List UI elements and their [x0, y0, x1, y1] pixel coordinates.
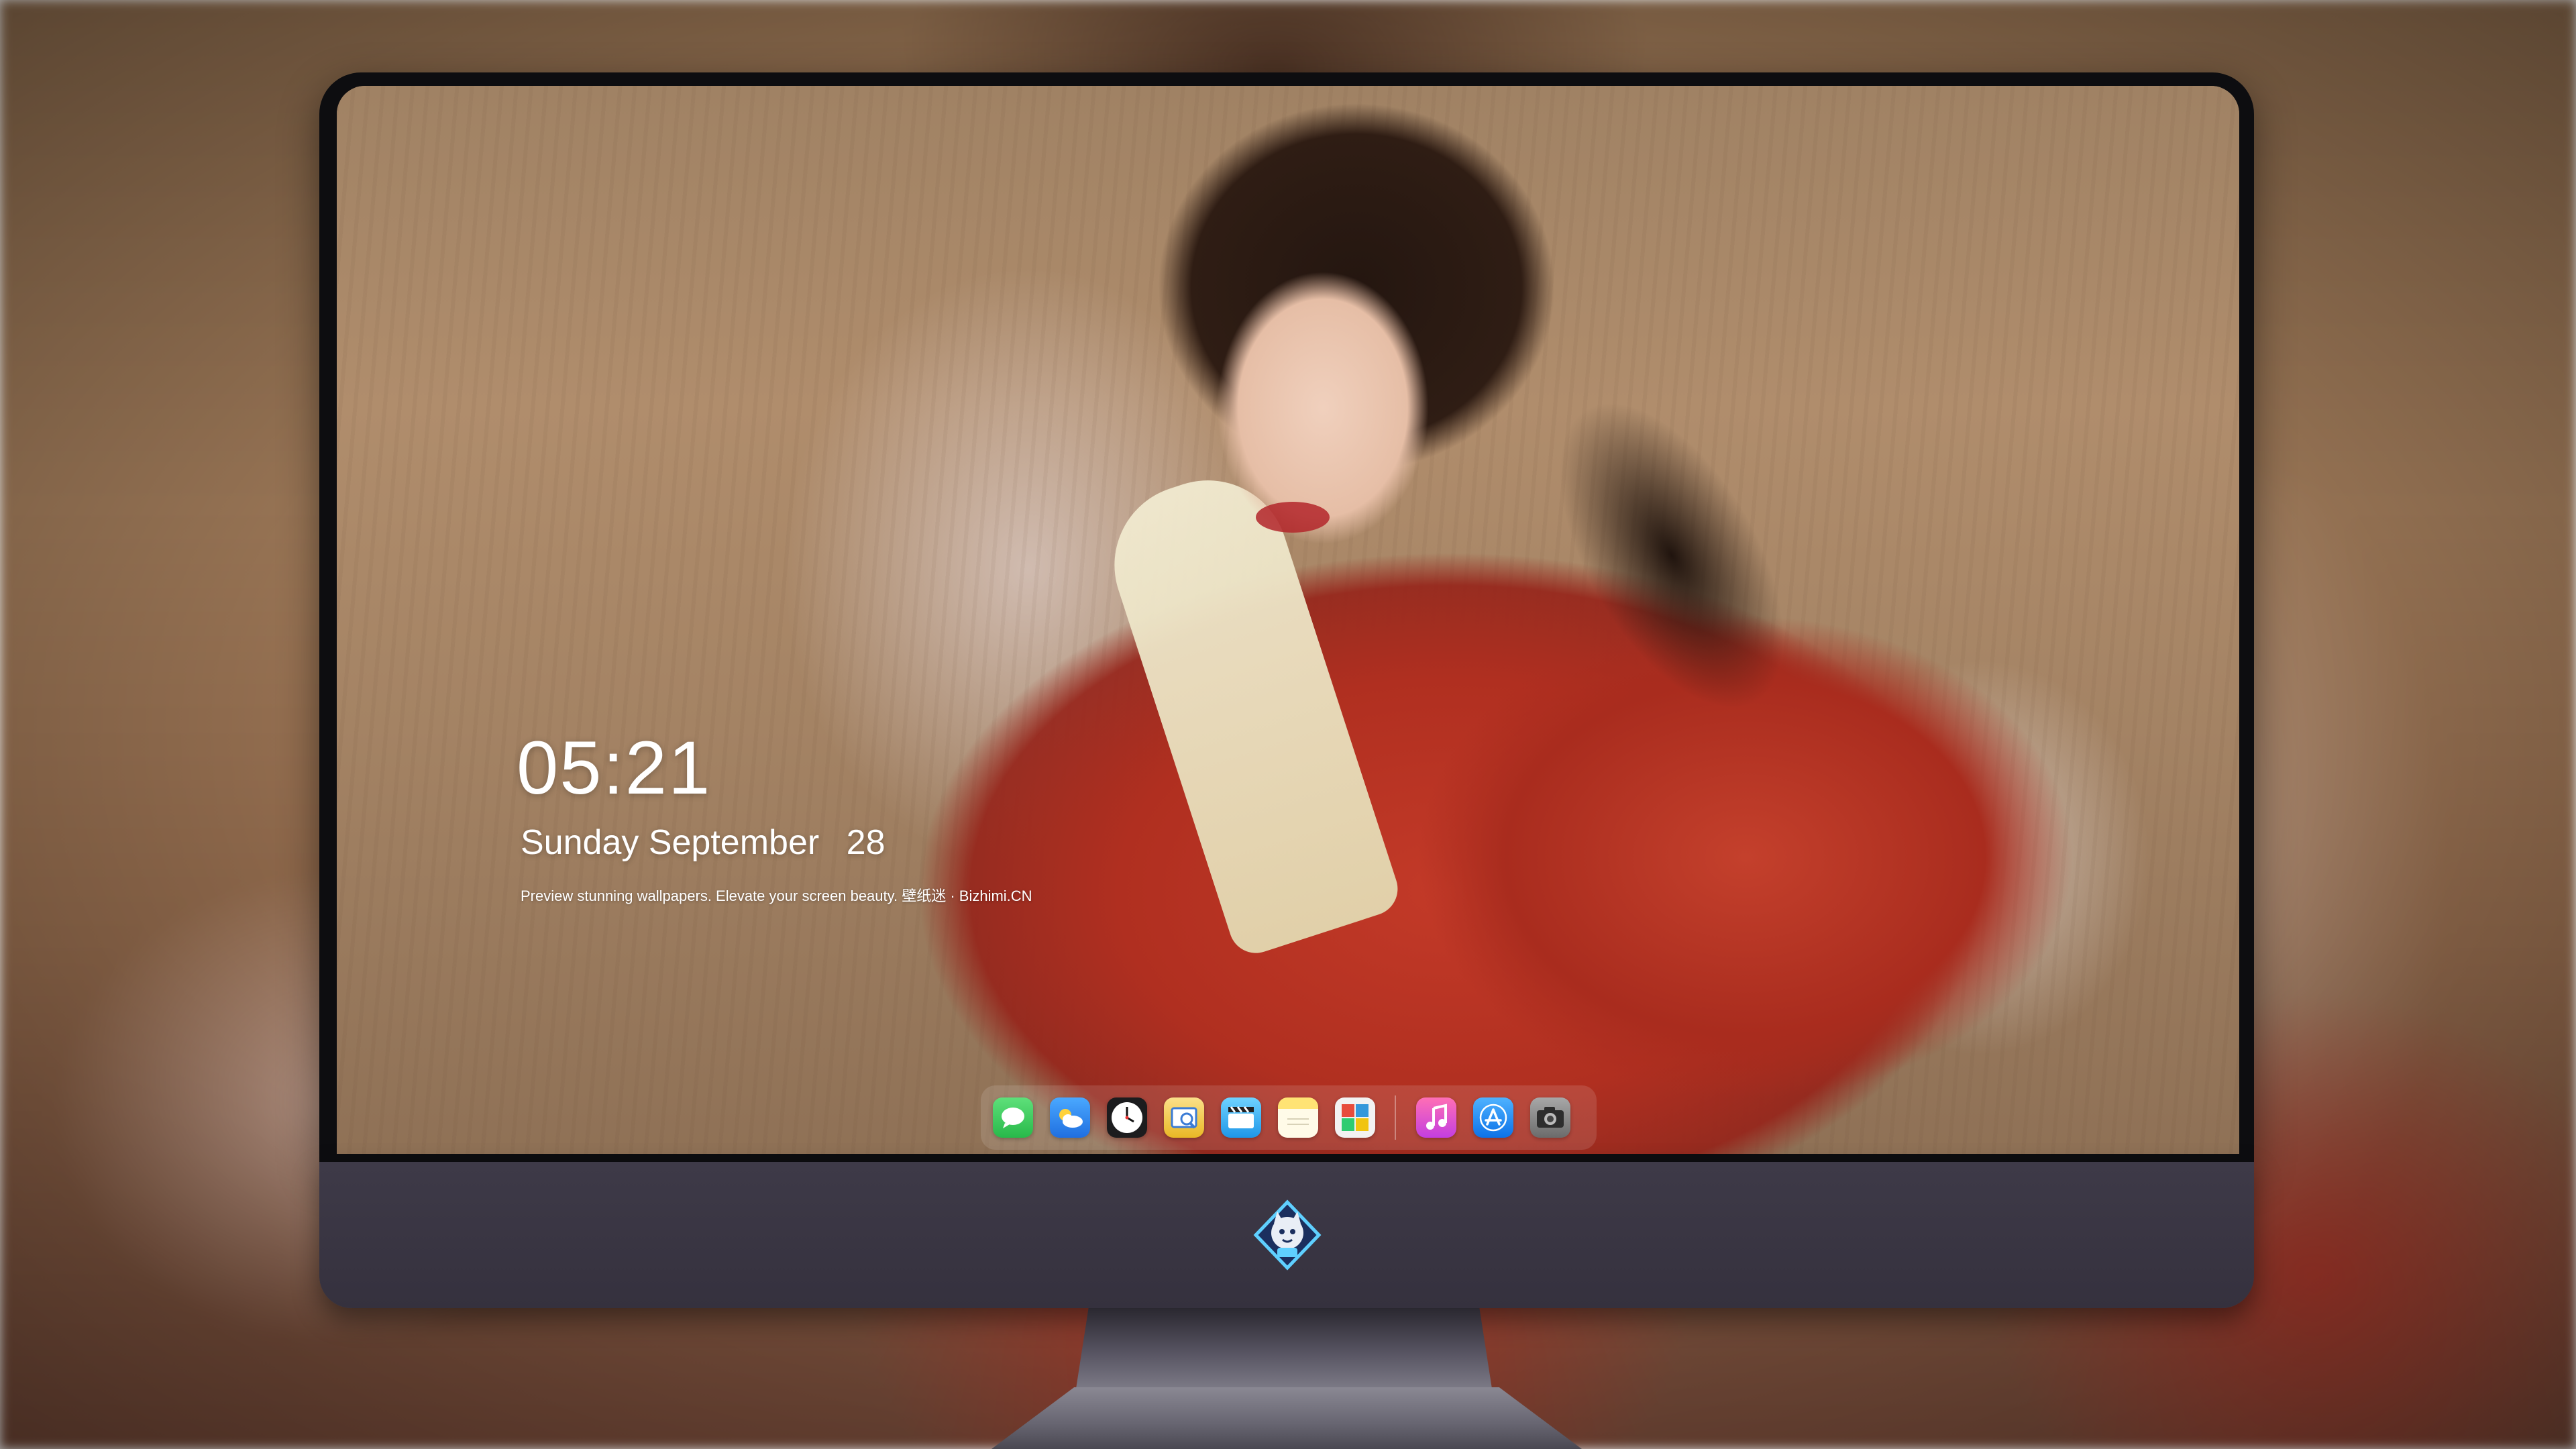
wallpaper-lips: [1256, 502, 1330, 533]
date-month: September: [648, 823, 820, 862]
clock-icon[interactable]: [1107, 1097, 1147, 1138]
itunes-icon[interactable]: [1416, 1097, 1456, 1138]
preview-icon[interactable]: [1164, 1097, 1204, 1138]
mascot-logo-icon: [1253, 1199, 1322, 1271]
monitor-stand-neck: [1076, 1308, 1492, 1389]
camera-icon[interactable]: [1530, 1097, 1570, 1138]
dock-separator: [1395, 1095, 1396, 1140]
lock-screen-tagline: Preview stunning wallpapers. Elevate you…: [521, 888, 1032, 904]
clips-icon[interactable]: [1221, 1097, 1261, 1138]
lock-screen-clock: 05:21: [517, 726, 712, 810]
weather-icon[interactable]: [1050, 1097, 1090, 1138]
notes-icon[interactable]: [1278, 1097, 1318, 1138]
lock-screen-date: Sunday September 28: [521, 822, 885, 863]
monitor-stand-base: [991, 1387, 1582, 1449]
wallpaper-face: [1169, 220, 1477, 596]
date-day: 28: [846, 823, 885, 862]
date-weekday: Sunday: [521, 823, 639, 862]
photo-booth-icon[interactable]: [1335, 1097, 1375, 1138]
app-store-icon[interactable]: [1473, 1097, 1513, 1138]
dock: [981, 1085, 1597, 1150]
messages-icon[interactable]: [993, 1097, 1033, 1138]
monitor-screen: [337, 86, 2239, 1154]
